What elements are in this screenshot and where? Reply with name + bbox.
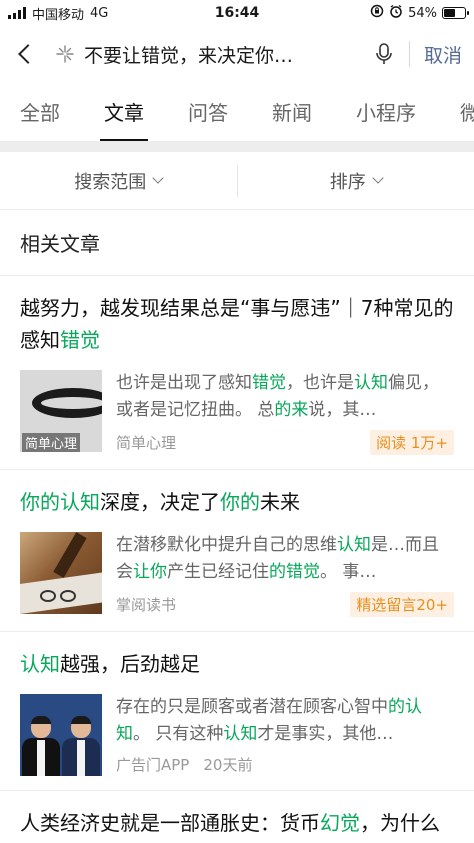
article-time: 20天前	[203, 756, 253, 774]
article-source: 简单心理	[116, 434, 177, 452]
article-thumbnail	[20, 694, 102, 776]
article-title: 人类经济史就是一部通胀史：货币幻觉，为什么放水未必通胀？通缩=痛苦？	[20, 807, 454, 843]
sort-filter-button[interactable]: 排序	[238, 168, 474, 194]
article-thumbnail: 简单心理	[20, 370, 102, 452]
search-input[interactable]: 不要让错觉，来决定你…	[80, 41, 363, 68]
header-divider	[408, 41, 410, 67]
text-span: 未来	[260, 490, 300, 514]
tab-1[interactable]: 文章	[100, 82, 148, 141]
article-title: 越努力，越发现结果总是“事与愿违”｜7种常见的感知错觉	[20, 292, 454, 356]
category-tabs: 全部文章问答新闻小程序微	[0, 82, 474, 142]
article-snippet: 存在的只是顾客或者潜在顾客心智中的认知。 只有这种认知才是事实，其他…	[116, 694, 454, 748]
article-item[interactable]: 你的认知深度，决定了你的未来 在潜移默化中提升自己的思维认知是…而且会让你产生已…	[0, 470, 474, 632]
sparkle-icon	[50, 34, 80, 74]
status-left: 中国移动 4G	[8, 4, 108, 23]
article-thumbnail	[20, 532, 102, 614]
keyword-highlight: 的来	[274, 400, 309, 420]
text-span: 人类经济史就是一部通胀史：货币	[20, 811, 320, 835]
signal-icon	[8, 7, 26, 19]
keyword-highlight: 幻觉	[320, 811, 360, 835]
article-snippet: 在潜移默化中提升自己的思维认知是…而且会让你产生已经记住的错觉。 事…	[116, 532, 454, 586]
chevron-down-icon	[372, 172, 384, 184]
keyword-highlight: 认知	[20, 652, 60, 676]
search-header: 不要让错觉，来决定你… 取消	[0, 26, 474, 82]
filter-bar: 搜索范围 排序	[0, 152, 474, 210]
status-bar: 中国移动 4G 16:44 54%	[0, 0, 474, 26]
sort-filter-label: 排序	[329, 171, 366, 193]
keyword-highlight: 认知	[354, 373, 388, 393]
text-span: 说，其…	[308, 400, 377, 420]
status-right: 54%	[370, 4, 469, 22]
keyword-highlight: 认知	[223, 724, 258, 744]
article-item[interactable]: 越努力，越发现结果总是“事与愿违”｜7种常见的感知错觉 简单心理 也许是出现了感…	[0, 276, 474, 470]
microphone-icon	[376, 43, 392, 64]
rotation-lock-icon	[370, 4, 384, 22]
text-span: ，也许是	[286, 373, 354, 393]
text-span: 在潜移默化中提升自己的思维	[116, 535, 337, 555]
article-source: 掌阅读书	[116, 596, 177, 614]
section-title: 相关文章	[0, 210, 474, 276]
keyword-highlight: 的错觉	[269, 562, 320, 582]
text-span: 。 只有这种	[133, 724, 224, 744]
scope-filter-label: 搜索范围	[74, 171, 147, 193]
cancel-button[interactable]: 取消	[424, 41, 462, 68]
text-span: 才是事实，其他…	[257, 724, 394, 744]
back-button[interactable]	[12, 34, 38, 74]
read-count-badge: 阅读 1万+	[370, 430, 454, 455]
tab-4[interactable]: 小程序	[356, 82, 416, 141]
thumbnail-caption: 简单心理	[22, 433, 81, 452]
article-source: 广告门APP	[116, 756, 190, 774]
network-label: 4G	[90, 5, 109, 21]
tab-3[interactable]: 新闻	[272, 82, 312, 141]
article-title: 你的认知深度，决定了你的未来	[20, 486, 454, 518]
keyword-highlight: 让你	[133, 562, 167, 582]
text-span: 。 事…	[320, 562, 377, 582]
article-title: 认知越强，后劲越足	[20, 648, 454, 680]
section-gap	[0, 142, 474, 152]
text-span: 产生已经记住	[167, 562, 269, 582]
text-span: 存在的只是顾客或者潜在顾客心智中	[116, 697, 388, 717]
tab-2[interactable]: 问答	[188, 82, 228, 141]
carrier-label: 中国移动	[32, 7, 85, 23]
article-item[interactable]: 认知越强，后劲越足 存在的只是顾客或者潜在顾客心智中的认知。 只有这种认知才是事…	[0, 632, 474, 791]
text-span: 越强，后劲越足	[60, 652, 200, 676]
battery-icon	[442, 7, 469, 19]
alarm-icon	[389, 4, 403, 22]
keyword-highlight: 你的	[220, 490, 260, 514]
battery-percent: 54%	[408, 5, 437, 21]
tab-5[interactable]: 微	[460, 82, 474, 141]
scope-filter-button[interactable]: 搜索范围	[0, 168, 237, 194]
comments-badge: 精选留言20+	[350, 592, 454, 617]
chevron-down-icon	[152, 172, 164, 184]
text-span: 深度，决定了	[100, 490, 220, 514]
article-snippet: 也许是出现了感知错觉，也许是认知偏见，或者是记忆扭曲。 总的来说，其…	[116, 370, 454, 424]
tab-0[interactable]: 全部	[20, 82, 60, 141]
text-span: 也许是出现了感知	[116, 373, 252, 393]
keyword-highlight: 错觉	[60, 328, 100, 352]
keyword-highlight: 错觉	[252, 373, 286, 393]
keyword-highlight: 你的认知	[20, 490, 100, 514]
article-item[interactable]: 人类经济史就是一部通胀史：货币幻觉，为什么放水未必通胀？通缩=痛苦？	[0, 791, 474, 843]
clock: 16:44	[214, 5, 260, 21]
keyword-highlight: 认知	[337, 535, 371, 555]
article-list: 越努力，越发现结果总是“事与愿违”｜7种常见的感知错觉 简单心理 也许是出现了感…	[0, 276, 474, 843]
mic-button[interactable]	[369, 34, 399, 74]
chevron-left-icon	[18, 44, 38, 64]
